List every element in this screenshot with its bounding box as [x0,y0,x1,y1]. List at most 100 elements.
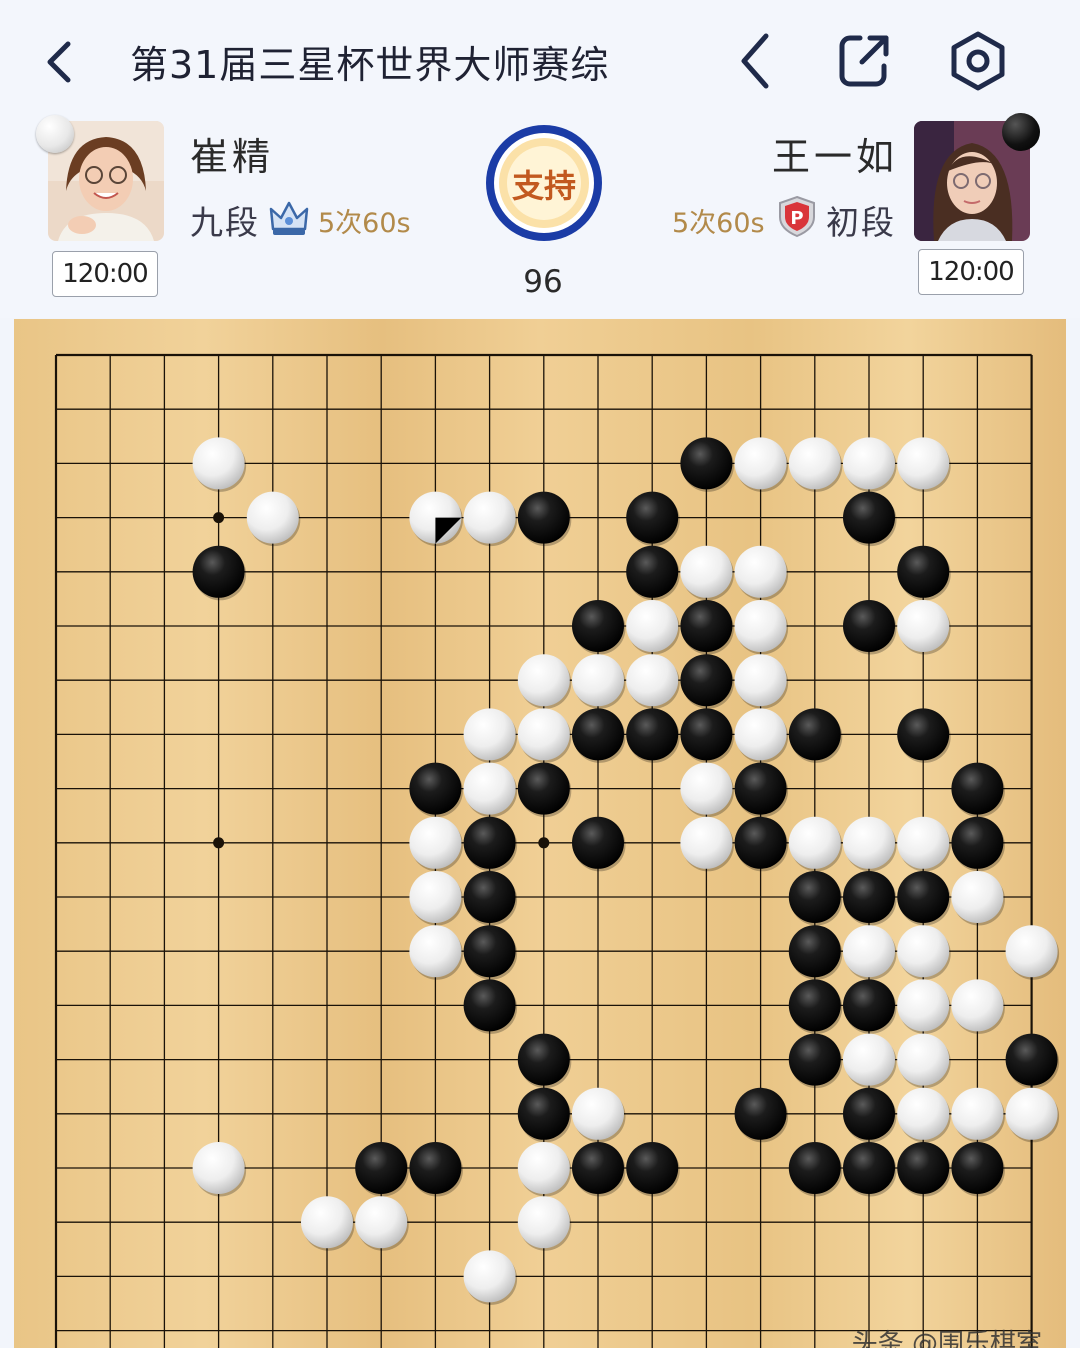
white-stone [843,925,895,978]
white-stone [517,1196,570,1249]
white-stone [680,816,733,869]
star-point [538,837,550,849]
white-stone [788,437,841,490]
black-stone [734,1087,787,1140]
black-stone [1005,1033,1058,1086]
black-player-byoyomi: 5次60s [672,208,765,239]
white-stone [951,979,1004,1032]
white-stone [463,708,516,761]
white-stone-icon [36,115,74,153]
black-stone [897,1142,950,1194]
black-stone [843,600,895,652]
white-stone [1005,925,1058,978]
black-stone [626,545,679,598]
black-stone [517,762,570,815]
black-stone [572,816,624,869]
star-point [213,837,225,849]
black-stone [463,979,516,1032]
white-stone [301,1196,353,1249]
black-stone [572,1142,624,1194]
white-stone [897,600,950,652]
black-stone [788,708,841,761]
white-stone [897,816,950,869]
white-stone [680,762,733,815]
back-button[interactable] [30,30,90,94]
p-shield-icon: P [779,195,815,238]
watermark: 头条 @围乐棋室 [851,1329,1042,1348]
white-stone [517,654,570,707]
white-stone [897,437,950,490]
previous-button[interactable] [722,28,792,94]
share-button[interactable] [830,28,900,94]
white-stone [517,708,570,761]
black-stone [951,1142,1004,1194]
svg-text:P: P [790,208,803,229]
black-stone [734,762,787,815]
settings-icon [951,31,1005,91]
black-stone [951,762,1004,815]
white-stone [517,1142,570,1194]
black-stone [463,816,516,869]
chevron-left-icon [47,41,71,83]
white-stone [734,708,787,761]
black-stone [843,871,895,923]
black-stone [463,925,516,978]
white-stone [463,1250,516,1303]
black-stone [843,1142,895,1194]
black-stone [626,1142,679,1194]
support-button[interactable]: 支持 [483,121,605,245]
crown-icon [269,201,309,235]
white-stone [897,1087,950,1140]
black-stone [626,708,679,761]
black-stone [951,816,1004,869]
white-player-clock: 120:00 [52,251,158,297]
black-stone [192,545,245,598]
black-stone [788,1033,841,1086]
white-stone [680,545,733,598]
black-stone [572,600,624,652]
black-stone [409,762,462,815]
white-stone [626,600,679,652]
black-stone [788,1142,841,1194]
white-stone [463,762,516,815]
star-point [213,512,225,524]
black-stone [897,545,950,598]
game-header: 第31届三星杯世界大师赛综 崔精 九段 5次60s 120:00 支持 96 王… [0,0,1080,318]
black-stone [843,1087,895,1140]
black-player-clock: 120:00 [918,249,1024,295]
white-stone [951,1087,1004,1140]
white-stone [897,1033,950,1086]
black-stone [680,654,733,707]
board-canvas[interactable] [14,319,1066,1348]
black-stone [788,925,841,978]
white-stone [897,979,950,1032]
black-stone [517,1087,570,1140]
black-stone [788,871,841,923]
white-stone [572,654,624,707]
white-stone [734,654,787,707]
share-icon [839,35,889,87]
black-stone [463,871,516,923]
go-board[interactable]: 头条 @围乐棋室 [14,319,1066,1348]
settings-button[interactable] [943,28,1013,94]
white-stone [192,1142,245,1194]
white-stone [355,1196,408,1249]
black-player-rank: 初段 [826,203,896,242]
black-stone [897,871,950,923]
white-player-name: 崔精 [190,135,275,179]
white-player-rank: 九段 [190,203,260,242]
white-stone [734,437,787,490]
black-player-name: 王一如 [772,135,899,179]
page-title: 第31届三星杯世界大师赛综 [130,43,610,87]
black-stone [355,1142,408,1194]
white-stone [409,871,462,923]
black-stone [843,979,895,1032]
white-stone [192,437,245,490]
white-stone [1005,1087,1058,1140]
black-stone [788,979,841,1032]
move-number: 96 [523,264,563,300]
black-stone [517,1033,570,1086]
black-stone [680,708,733,761]
black-stone [843,491,895,544]
black-stone [409,1142,462,1194]
